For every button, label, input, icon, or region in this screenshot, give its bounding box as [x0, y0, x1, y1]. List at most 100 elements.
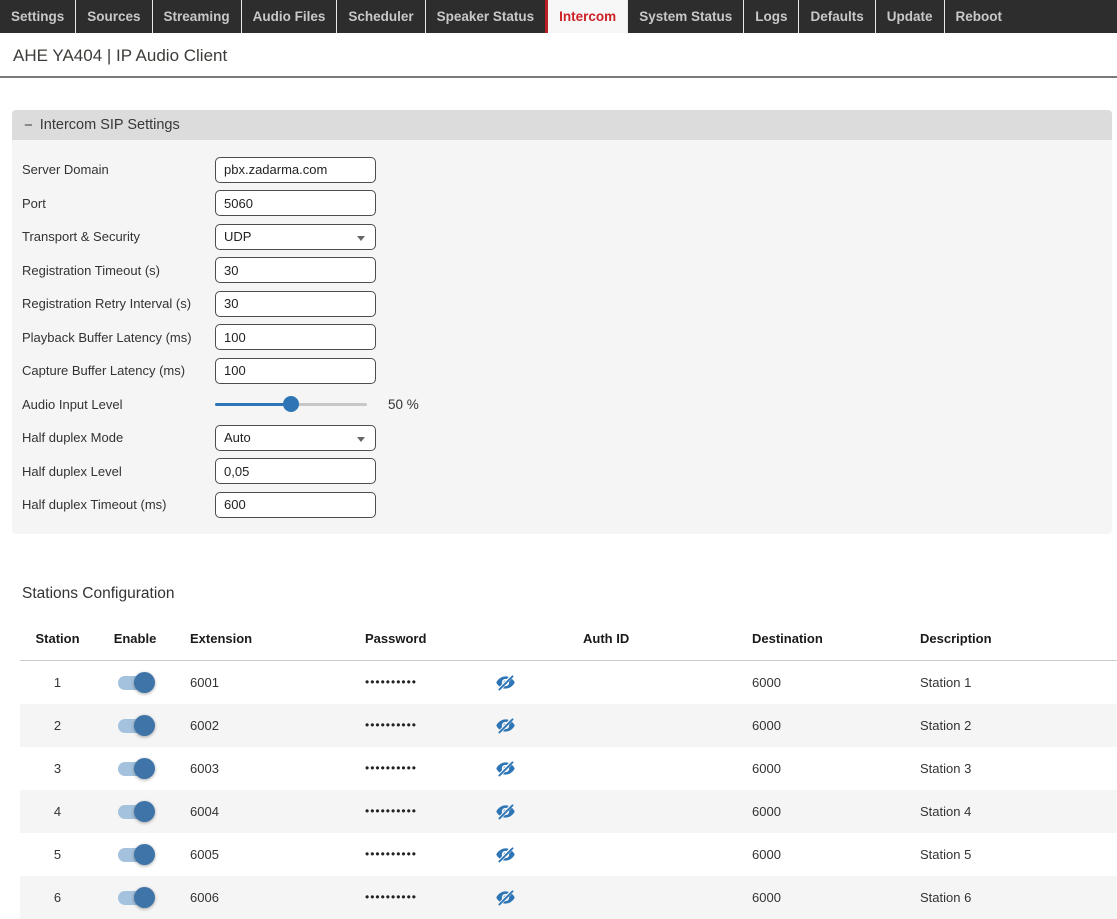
sip-settings-panel-body: Server Domain Port Transport & Security … [12, 140, 1112, 534]
tab-sources[interactable]: Sources [75, 0, 151, 33]
extension-value[interactable]: 6006 [175, 890, 350, 905]
title-bar: AHE YA404 | IP Audio Client [0, 33, 1117, 78]
stations-table-header: Station Enable Extension Password Auth I… [20, 617, 1117, 661]
password-value[interactable]: •••••••••• [350, 718, 470, 732]
col-header-password: Password [350, 631, 470, 646]
station-row-2: 2 6002 •••••••••• 6000 Station 2 [20, 704, 1117, 747]
page-title: AHE YA404 | IP Audio Client [13, 46, 227, 65]
destination-value[interactable]: 6000 [730, 718, 900, 733]
enable-toggle[interactable] [118, 805, 152, 819]
half-duplex-level-label: Half duplex Level [22, 464, 215, 479]
registration-timeout-label: Registration Timeout (s) [22, 263, 215, 278]
destination-value[interactable]: 6000 [730, 675, 900, 690]
station-row-4: 4 6004 •••••••••• 6000 Station 4 [20, 790, 1117, 833]
eye-slash-icon[interactable] [470, 844, 540, 865]
tab-settings[interactable]: Settings [0, 0, 75, 33]
slider-thumb[interactable] [283, 396, 299, 412]
extension-value[interactable]: 6004 [175, 804, 350, 819]
extension-value[interactable]: 6005 [175, 847, 350, 862]
description-value[interactable]: Station 4 [900, 804, 1117, 819]
audio-input-level-label: Audio Input Level [22, 397, 215, 412]
registration-retry-interval-label: Registration Retry Interval (s) [22, 296, 215, 311]
enable-toggle[interactable] [118, 719, 152, 733]
station-number: 1 [20, 675, 95, 690]
station-number: 5 [20, 847, 95, 862]
col-header-extension: Extension [175, 631, 350, 646]
eye-slash-icon[interactable] [470, 801, 540, 822]
eye-slash-icon[interactable] [470, 758, 540, 779]
password-value[interactable]: •••••••••• [350, 675, 470, 689]
extension-value[interactable]: 6001 [175, 675, 350, 690]
transport-security-value: UDP [224, 229, 251, 244]
chevron-down-icon [357, 236, 365, 241]
destination-value[interactable]: 6000 [730, 804, 900, 819]
stations-configuration-title: Stations Configuration [22, 585, 1117, 603]
col-header-enable: Enable [95, 631, 175, 646]
station-row-1: 1 6001 •••••••••• 6000 Station 1 [20, 661, 1117, 704]
server-domain-label: Server Domain [22, 162, 215, 177]
station-number: 3 [20, 761, 95, 776]
port-label: Port [22, 196, 215, 211]
tab-audio-files[interactable]: Audio Files [241, 0, 337, 33]
eye-slash-icon[interactable] [470, 715, 540, 736]
tab-speaker-status[interactable]: Speaker Status [425, 0, 546, 33]
tab-scheduler[interactable]: Scheduler [336, 0, 424, 33]
half-duplex-level-field[interactable] [215, 458, 376, 484]
col-header-auth-id: Auth ID [540, 631, 730, 646]
form-row: Half duplex Timeout (ms) [22, 488, 1112, 522]
transport-security-select[interactable]: UDP [215, 224, 376, 250]
enable-toggle[interactable] [118, 676, 152, 690]
password-value[interactable]: •••••••••• [350, 847, 470, 861]
form-row: Playback Buffer Latency (ms) [22, 321, 1112, 355]
destination-value[interactable]: 6000 [730, 890, 900, 905]
destination-value[interactable]: 6000 [730, 761, 900, 776]
destination-value[interactable]: 6000 [730, 847, 900, 862]
tab-reboot[interactable]: Reboot [944, 0, 1014, 33]
form-row: Server Domain [22, 153, 1112, 187]
password-value[interactable]: •••••••••• [350, 890, 470, 904]
enable-toggle[interactable] [118, 762, 152, 776]
playback-buffer-latency-field[interactable] [215, 324, 376, 350]
half-duplex-timeout-field[interactable] [215, 492, 376, 518]
tab-logs[interactable]: Logs [743, 0, 798, 33]
enable-toggle[interactable] [118, 848, 152, 862]
extension-value[interactable]: 6003 [175, 761, 350, 776]
form-row: Half duplex Level [22, 455, 1112, 489]
station-number: 6 [20, 890, 95, 905]
tab-defaults[interactable]: Defaults [798, 0, 874, 33]
minus-icon[interactable]: − [24, 118, 33, 133]
form-row: Half duplex Mode Auto [22, 421, 1112, 455]
password-value[interactable]: •••••••••• [350, 761, 470, 775]
form-row: Registration Timeout (s) [22, 254, 1112, 288]
registration-timeout-field[interactable] [215, 257, 376, 283]
registration-retry-interval-field[interactable] [215, 291, 376, 317]
description-value[interactable]: Station 1 [900, 675, 1117, 690]
tab-intercom[interactable]: Intercom [545, 0, 627, 33]
enable-toggle[interactable] [118, 891, 152, 905]
form-row: Capture Buffer Latency (ms) [22, 354, 1112, 388]
eye-slash-icon[interactable] [470, 672, 540, 693]
port-field[interactable] [215, 190, 376, 216]
description-value[interactable]: Station 3 [900, 761, 1117, 776]
password-value[interactable]: •••••••••• [350, 804, 470, 818]
eye-slash-icon[interactable] [470, 887, 540, 908]
top-nav: Settings Sources Streaming Audio Files S… [0, 0, 1117, 33]
description-value[interactable]: Station 2 [900, 718, 1117, 733]
tab-streaming[interactable]: Streaming [152, 0, 241, 33]
half-duplex-timeout-label: Half duplex Timeout (ms) [22, 497, 215, 512]
tab-system-status[interactable]: System Status [627, 0, 743, 33]
audio-input-level-slider[interactable] [215, 403, 367, 406]
tab-update[interactable]: Update [875, 0, 944, 33]
description-value[interactable]: Station 5 [900, 847, 1117, 862]
col-header-destination: Destination [730, 631, 900, 646]
playback-buffer-latency-label: Playback Buffer Latency (ms) [22, 330, 215, 345]
server-domain-field[interactable] [215, 157, 376, 183]
transport-security-label: Transport & Security [22, 229, 215, 244]
half-duplex-mode-select[interactable]: Auto [215, 425, 376, 451]
description-value[interactable]: Station 6 [900, 890, 1117, 905]
sip-settings-panel-header[interactable]: − Intercom SIP Settings [12, 110, 1112, 140]
audio-input-level-control: 50 % [215, 397, 419, 412]
form-row: Audio Input Level 50 % [22, 388, 1112, 422]
extension-value[interactable]: 6002 [175, 718, 350, 733]
capture-buffer-latency-field[interactable] [215, 358, 376, 384]
